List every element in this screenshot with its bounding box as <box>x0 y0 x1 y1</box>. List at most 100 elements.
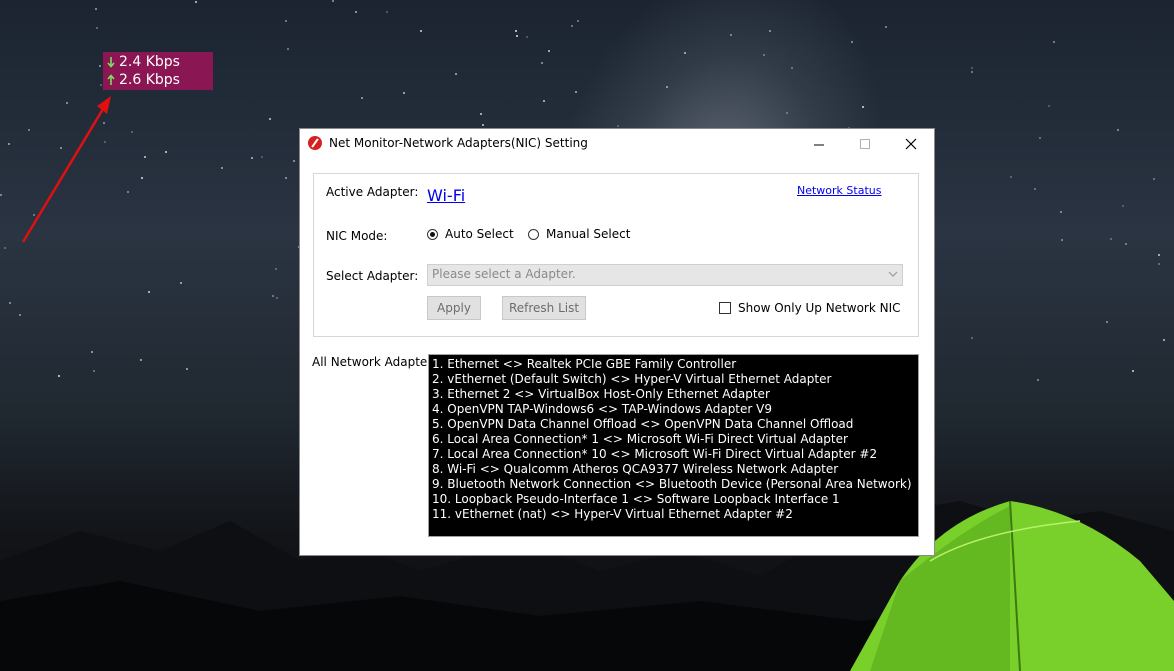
manual-select-radio[interactable]: Manual Select <box>528 227 630 241</box>
app-icon <box>308 136 322 150</box>
auto-select-radio[interactable]: Auto Select <box>427 227 514 241</box>
star <box>1158 263 1160 265</box>
star <box>261 156 263 158</box>
star <box>91 351 93 353</box>
list-item[interactable]: 1. Ethernet <> Realtek PCIe GBE Family C… <box>432 357 915 372</box>
list-item[interactable]: 7. Local Area Connection* 10 <> Microsof… <box>432 447 915 462</box>
download-speed: 2.4 Kbps <box>119 54 180 70</box>
refresh-list-button[interactable]: Refresh List <box>502 296 586 320</box>
star <box>141 177 143 179</box>
star <box>575 91 577 93</box>
star <box>455 73 457 75</box>
upload-speed: 2.6 Kbps <box>119 72 180 88</box>
star <box>276 297 278 299</box>
auto-select-label: Auto Select <box>445 227 514 241</box>
star <box>285 177 287 179</box>
show-only-up-checkbox[interactable]: Show Only Up Network NIC <box>719 301 901 315</box>
adapter-settings-group: Active Adapter: Wi-Fi Network Status NIC… <box>313 173 919 337</box>
star <box>58 375 60 377</box>
star <box>148 291 150 293</box>
radio-unchecked-icon <box>528 228 539 240</box>
all-network-adapter-label: All Network Adapter: <box>312 355 437 369</box>
star <box>221 167 223 169</box>
star <box>1060 211 1062 213</box>
star <box>1037 379 1039 381</box>
star <box>482 124 484 126</box>
network-adapter-list[interactable]: 1. Ethernet <> Realtek PCIe GBE Family C… <box>428 354 919 537</box>
star <box>195 1 197 3</box>
annotation-arrow <box>21 96 111 243</box>
star <box>272 295 274 297</box>
star <box>93 370 95 372</box>
list-item[interactable]: 10. Loopback Pseudo-Interface 1 <> Softw… <box>432 492 915 507</box>
star <box>285 20 287 22</box>
star <box>971 67 973 69</box>
checkbox-icon <box>719 302 731 314</box>
star <box>1039 137 1041 139</box>
star <box>287 48 289 50</box>
maximize-icon <box>859 138 870 149</box>
list-item[interactable]: 5. OpenVPN Data Channel Offload <> OpenV… <box>432 417 915 432</box>
desktop-wallpaper: 2.4 Kbps 2.6 Kbps Net Monitor-Network Ad… <box>0 0 1174 671</box>
list-item[interactable]: 8. Wi-Fi <> Qualcomm Atheros QCA9377 Wir… <box>432 462 915 477</box>
list-item[interactable]: 11. vEthernet (nat) <> Hyper-V Virtual E… <box>432 507 915 522</box>
star <box>480 113 482 115</box>
star <box>769 30 771 32</box>
star <box>571 25 573 27</box>
download-arrow-icon <box>107 57 115 68</box>
list-item[interactable]: 6. Local Area Connection* 1 <> Microsoft… <box>432 432 915 447</box>
list-item[interactable]: 2. vEthernet (Default Switch) <> Hyper-V… <box>432 372 915 387</box>
star <box>548 50 550 52</box>
star <box>541 62 543 64</box>
star <box>1153 178 1155 180</box>
star <box>1053 41 1055 43</box>
list-item[interactable]: 3. Ethernet 2 <> VirtualBox Host-Only Et… <box>432 387 915 402</box>
show-only-up-label: Show Only Up Network NIC <box>738 301 901 315</box>
apply-button[interactable]: Apply <box>427 296 481 320</box>
adapter-dropdown[interactable]: Please select a Adapter. <box>427 264 903 286</box>
radio-checked-icon <box>427 228 438 240</box>
star <box>862 106 864 108</box>
net-speed-widget[interactable]: 2.4 Kbps 2.6 Kbps <box>103 52 213 90</box>
star <box>1061 239 1063 241</box>
star <box>971 337 973 339</box>
star <box>4 247 6 249</box>
star <box>186 368 188 370</box>
select-adapter-label: Select Adapter: <box>326 269 419 283</box>
nic-settings-window: Net Monitor-Network Adapters(NIC) Settin… <box>299 128 935 556</box>
star <box>971 71 973 73</box>
title-bar[interactable]: Net Monitor-Network Adapters(NIC) Settin… <box>300 129 934 159</box>
star <box>516 35 518 37</box>
close-button[interactable] <box>888 129 934 159</box>
list-item[interactable]: 4. OpenVPN TAP-Windows6 <> TAP-Windows A… <box>432 402 915 417</box>
star <box>332 0 334 2</box>
star <box>144 156 146 158</box>
maximize-button[interactable] <box>842 129 888 159</box>
star <box>577 20 579 22</box>
star <box>543 100 545 102</box>
star <box>95 8 97 10</box>
star <box>1125 243 1127 245</box>
star <box>1110 238 1112 240</box>
star <box>96 27 98 29</box>
active-adapter-link[interactable]: Wi-Fi <box>427 186 465 205</box>
window-title: Net Monitor-Network Adapters(NIC) Settin… <box>329 136 588 150</box>
star <box>386 11 388 13</box>
star <box>165 151 167 153</box>
star <box>100 84 102 86</box>
minimize-button[interactable] <box>796 129 842 159</box>
star <box>1048 105 1050 107</box>
star <box>127 191 129 193</box>
star <box>140 359 142 361</box>
network-status-link[interactable]: Network Status <box>797 184 881 197</box>
list-item[interactable]: 9. Bluetooth Network Connection <> Bluet… <box>432 477 915 492</box>
star <box>355 11 357 13</box>
star <box>791 67 793 69</box>
download-speed-row: 2.4 Kbps <box>106 53 213 71</box>
active-adapter-label: Active Adapter: <box>326 185 419 199</box>
star <box>1122 205 1124 207</box>
star <box>1034 188 1036 190</box>
star <box>131 131 133 133</box>
star <box>666 86 668 88</box>
adapter-dropdown-placeholder: Please select a Adapter. <box>432 267 576 281</box>
